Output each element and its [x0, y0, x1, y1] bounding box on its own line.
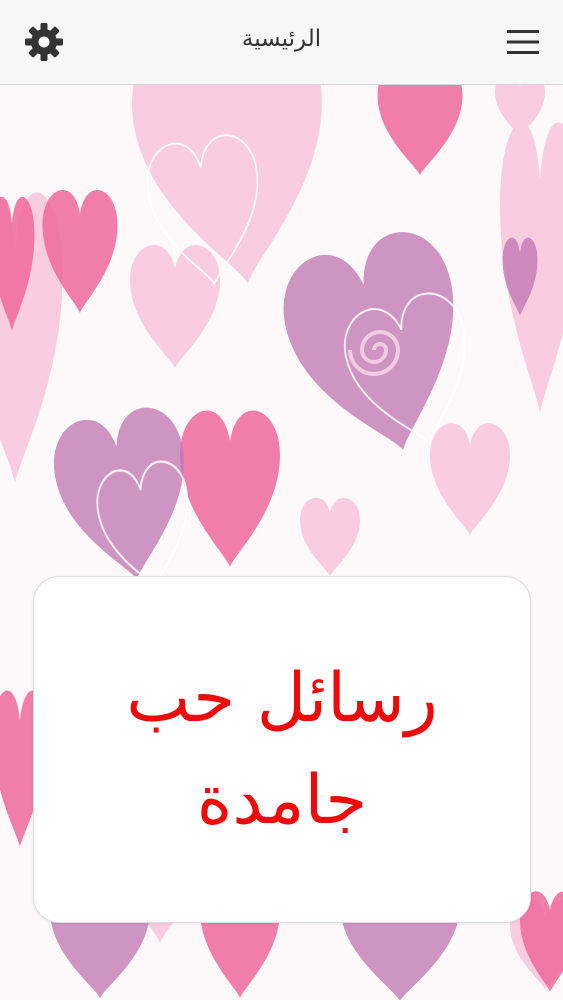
top-navigation-bar: الرئيسية	[0, 0, 563, 85]
menu-button[interactable]	[505, 24, 541, 60]
home-content: رسائل حب جامدة	[0, 85, 563, 1000]
love-messages-card[interactable]: رسائل حب جامدة	[33, 576, 531, 923]
hamburger-menu-icon	[507, 30, 539, 54]
card-title: رسائل حب جامدة	[126, 658, 438, 840]
app-screen: الرئيسية رسائل حب جامدة	[0, 0, 563, 1000]
page-title: الرئيسية	[241, 26, 322, 52]
